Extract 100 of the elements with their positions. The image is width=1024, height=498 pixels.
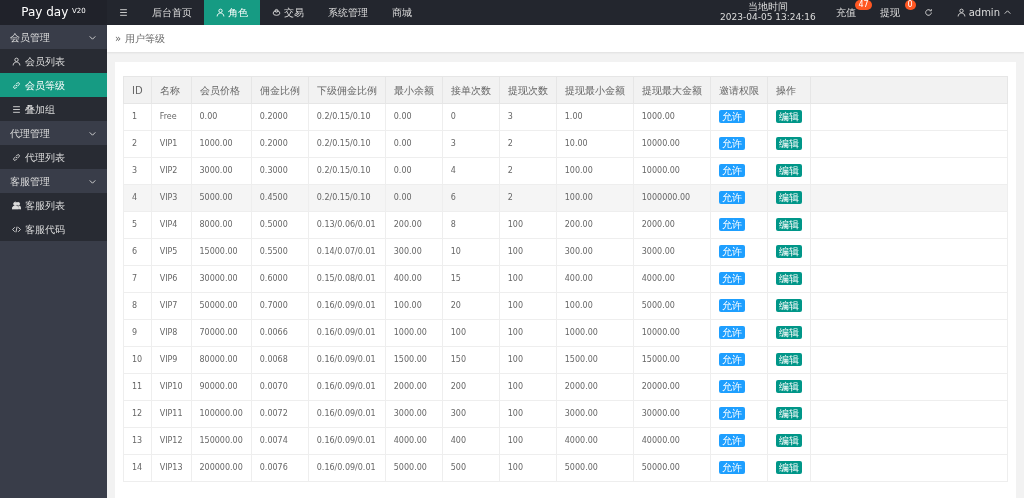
column-header: 提现最大金额 xyxy=(633,76,711,104)
nav-tab[interactable]: 系统管理 xyxy=(316,0,380,25)
permission-button[interactable]: 允许 xyxy=(718,407,745,420)
clock-label: 当地时间 xyxy=(746,1,789,12)
sidebar-item[interactable]: 代理列表 xyxy=(0,145,107,169)
edit-button[interactable]: 编辑 xyxy=(775,299,802,312)
table-cell: 11 xyxy=(123,373,152,401)
edit-button[interactable]: 编辑 xyxy=(775,137,802,150)
table-cell: 100.00 xyxy=(556,184,634,212)
sidebar-item[interactable]: 客服代码 xyxy=(0,217,107,241)
table-cell: 10 xyxy=(123,346,152,374)
permission-button[interactable]: 允许 xyxy=(718,245,745,258)
permission-button[interactable]: 允许 xyxy=(718,218,745,231)
table-cell: VIP6 xyxy=(151,265,191,293)
permission-button[interactable]: 允许 xyxy=(718,137,745,150)
table-cell: 3 xyxy=(442,130,500,158)
column-header: 佣金比例 xyxy=(251,76,309,104)
permission-button[interactable]: 允许 xyxy=(718,434,745,447)
edit-button[interactable]: 编辑 xyxy=(775,461,802,474)
person-icon xyxy=(12,56,21,66)
column-header: 邀请权限 xyxy=(710,76,768,104)
user-menu[interactable]: admin xyxy=(944,0,1024,25)
edit-button[interactable]: 编辑 xyxy=(775,434,802,447)
edit-button[interactable]: 编辑 xyxy=(775,110,802,123)
table-cell: 150 xyxy=(442,346,500,374)
table-cell: 0.00 xyxy=(385,130,443,158)
table-cell: 3000.00 xyxy=(385,400,443,428)
permission-button[interactable]: 允许 xyxy=(718,326,745,339)
table-cell: 0.0076 xyxy=(251,454,309,482)
table-cell: 0.0070 xyxy=(251,373,309,401)
table-cell: 0.0072 xyxy=(251,400,309,428)
edit-button[interactable]: 编辑 xyxy=(775,272,802,285)
table-cell: 0.3000 xyxy=(251,157,309,185)
table-cell: 100 xyxy=(499,265,557,293)
edit-button[interactable]: 编辑 xyxy=(775,380,802,393)
table-cell: 4000.00 xyxy=(556,427,634,455)
edit-button[interactable]: 编辑 xyxy=(775,164,802,177)
edit-button[interactable]: 编辑 xyxy=(775,191,802,204)
person-icon xyxy=(956,8,966,17)
table-cell: 0.2/0.15/0.10 xyxy=(308,157,386,185)
permission-button[interactable]: 允许 xyxy=(718,461,745,474)
permission-button[interactable]: 允许 xyxy=(718,110,745,123)
sidebar-item[interactable]: 客服列表 xyxy=(0,193,107,217)
table-cell: 0.2/0.15/0.10 xyxy=(308,184,386,212)
table-cell: 100 xyxy=(499,346,557,374)
permission-button[interactable]: 允许 xyxy=(718,299,745,312)
code-icon xyxy=(12,224,21,234)
table-cell: 5000.00 xyxy=(556,454,634,482)
column-header: 名称 xyxy=(151,76,191,104)
table-cell: VIP13 xyxy=(151,454,191,482)
nav-tab[interactable]: 后台首页 xyxy=(140,0,204,25)
table-cell: 1500.00 xyxy=(556,346,634,374)
nav-tab[interactable]: 角色 xyxy=(204,0,260,25)
table-cell: 14 xyxy=(123,454,152,482)
table-cell: 70000.00 xyxy=(191,319,252,347)
edit-button[interactable]: 编辑 xyxy=(775,326,802,339)
edit-button[interactable]: 编辑 xyxy=(775,218,802,231)
table-cell: 300 xyxy=(442,400,500,428)
table-cell: 2000.00 xyxy=(556,373,634,401)
table-cell: 100 xyxy=(499,427,557,455)
table-cell: Free xyxy=(151,103,191,131)
table-cell: 15 xyxy=(442,265,500,293)
permission-button[interactable]: 允许 xyxy=(718,164,745,177)
link-icon xyxy=(12,152,21,162)
permission-button[interactable]: 允许 xyxy=(718,191,745,204)
table-cell: 2 xyxy=(499,157,557,185)
table-cell: 0.16/0.09/0.01 xyxy=(308,319,386,347)
table-cell: 100 xyxy=(499,238,557,266)
table-cell: 9 xyxy=(123,319,152,347)
table-cell: 0.16/0.09/0.01 xyxy=(308,427,386,455)
permission-button[interactable]: 允许 xyxy=(718,353,745,366)
table-cell: 20000.00 xyxy=(633,373,711,401)
sidebar-item[interactable]: 会员列表 xyxy=(0,49,107,73)
count-badge: 47 xyxy=(855,0,872,10)
table-cell: VIP4 xyxy=(151,211,191,239)
table-cell: VIP10 xyxy=(151,373,191,401)
permission-button[interactable]: 允许 xyxy=(718,380,745,393)
table-cell: 0.2000 xyxy=(251,103,309,131)
group-label: 客服管理 xyxy=(10,174,50,189)
table-cell: 0.0066 xyxy=(251,319,309,347)
permission-button[interactable]: 允许 xyxy=(718,272,745,285)
nav-tab[interactable]: 商城 xyxy=(380,0,424,25)
table-cell: 30000.00 xyxy=(191,265,252,293)
table-cell: 300.00 xyxy=(385,238,443,266)
table-cell: 200.00 xyxy=(556,211,634,239)
table-cell: 100 xyxy=(499,211,557,239)
sidebar-item[interactable]: 会员等级 xyxy=(0,73,107,97)
table-cell: 100 xyxy=(499,373,557,401)
edit-button[interactable]: 编辑 xyxy=(775,245,802,258)
table-cell: 3000.00 xyxy=(556,400,634,428)
nav-tab[interactable]: 交易 xyxy=(260,0,316,25)
table-cell: 1000.00 xyxy=(191,130,252,158)
edit-button[interactable]: 编辑 xyxy=(775,353,802,366)
edit-button[interactable]: 编辑 xyxy=(775,407,802,420)
table-cell: 400.00 xyxy=(385,265,443,293)
sidebar-item[interactable]: 叠加组 xyxy=(0,97,107,121)
breadcrumb-current: 用户等级 xyxy=(125,32,166,46)
table-cell: 7 xyxy=(123,265,152,293)
table-cell: 1000000.00 xyxy=(633,184,711,212)
person-icon xyxy=(216,8,225,17)
